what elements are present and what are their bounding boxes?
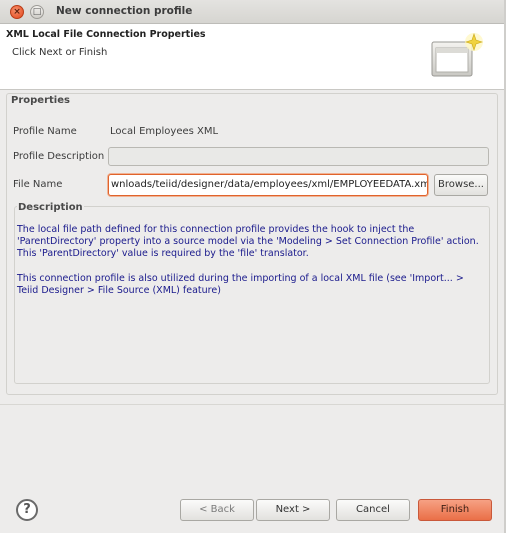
file-name-label: File Name [13, 179, 63, 190]
file-name-value: wnloads/teiid/designer/data/employees/xm… [111, 179, 428, 190]
cancel-button[interactable]: Cancel [336, 499, 410, 521]
finish-button[interactable]: Finish [418, 499, 492, 521]
title-bar: × □ New connection profile [0, 0, 506, 24]
profile-description-field[interactable] [108, 147, 489, 166]
wizard-header: XML Local File Connection Properties Cli… [0, 24, 506, 90]
back-button[interactable]: < Back [180, 499, 254, 521]
question-mark-icon[interactable]: ? [16, 499, 38, 521]
description-paragraph-2: This connection profile is also utilized… [17, 273, 464, 296]
wizard-page-message: Click Next or Finish [12, 47, 108, 58]
profile-name-value: Local Employees XML [110, 126, 219, 137]
profile-name-label: Profile Name [13, 126, 77, 137]
wizard-page-title: XML Local File Connection Properties [6, 29, 206, 40]
description-group-title: Description [17, 202, 84, 213]
description-paragraph-1: The local file path defined for this con… [17, 224, 479, 259]
connection-wizard-icon [431, 33, 483, 77]
minimize-window-icon[interactable]: □ [30, 5, 44, 19]
window-title: New connection profile [56, 5, 193, 17]
properties-group-title: Properties [11, 95, 70, 106]
close-window-icon[interactable]: × [10, 5, 24, 19]
browse-button[interactable]: Browse... [434, 174, 488, 196]
button-bar-separator [0, 404, 506, 405]
next-button[interactable]: Next > [256, 499, 330, 521]
profile-description-label: Profile Description [13, 151, 105, 162]
file-name-input[interactable]: wnloads/teiid/designer/data/employees/xm… [108, 174, 428, 196]
